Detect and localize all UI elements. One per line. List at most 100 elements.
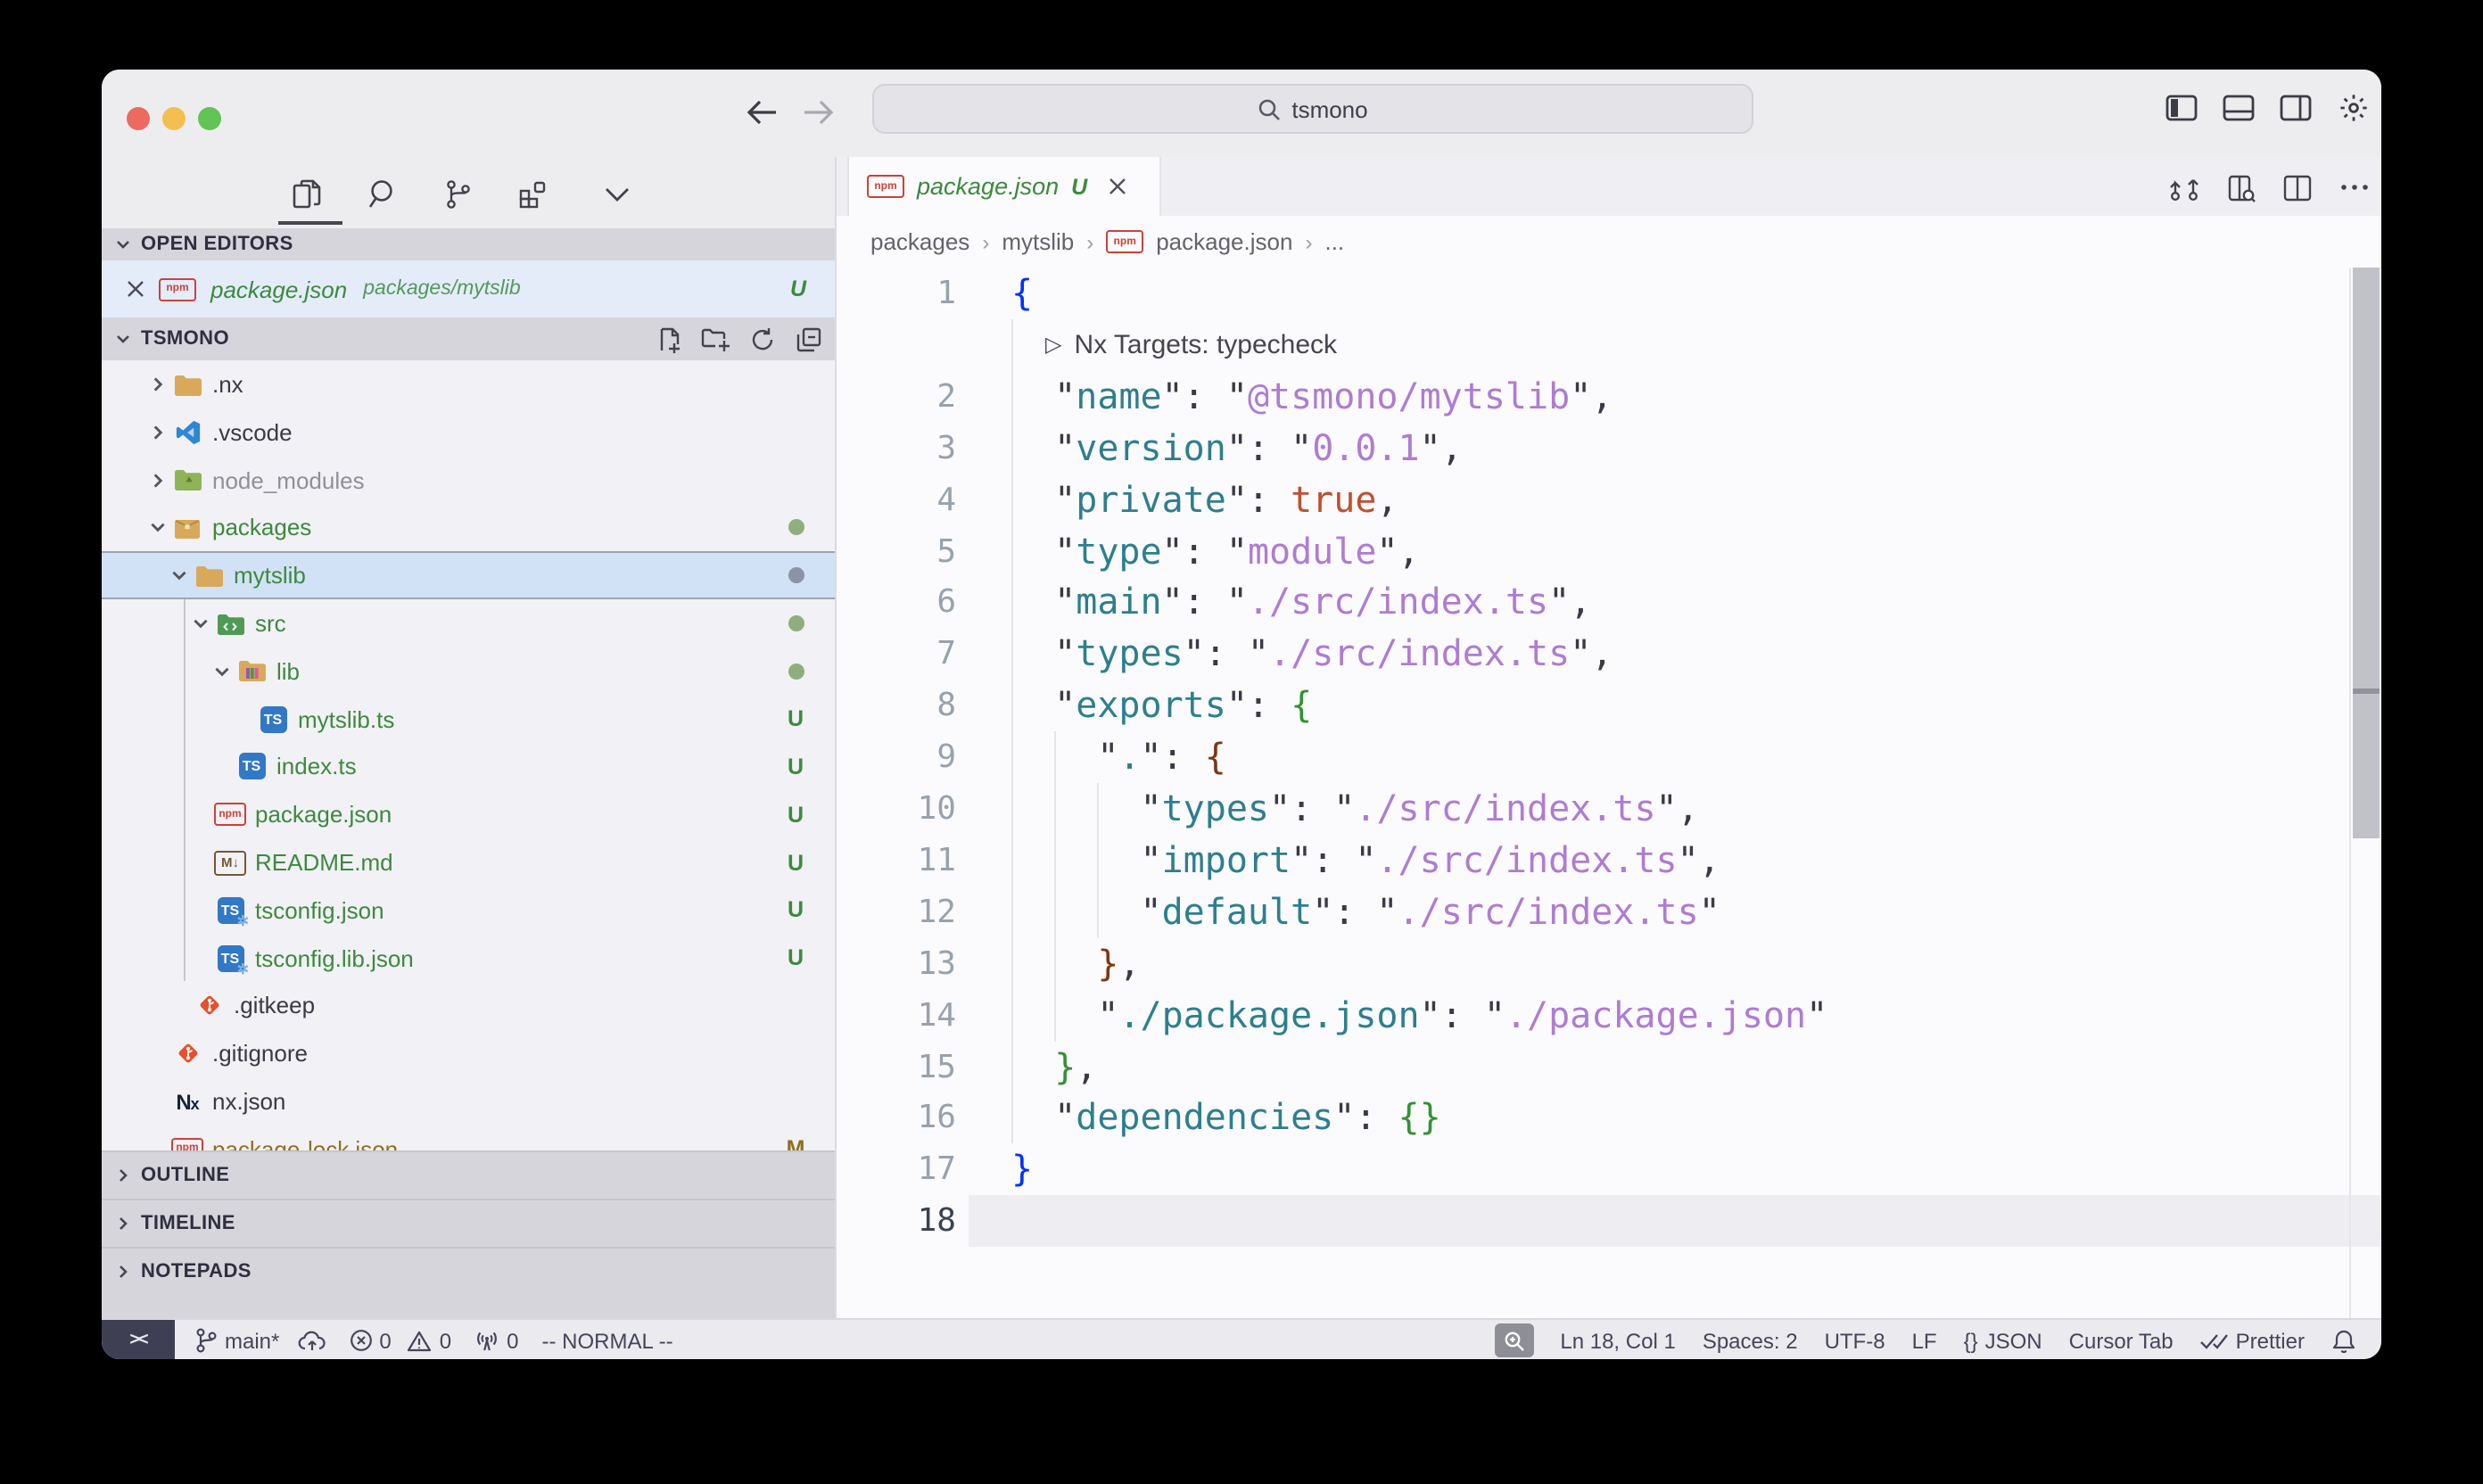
code-line[interactable]: "exports": { xyxy=(1011,680,1312,731)
open-editors-header[interactable]: OPEN EDITORS xyxy=(102,228,835,260)
outline-section-header[interactable]: OUTLINE xyxy=(102,1150,835,1199)
code-line[interactable]: "types": "./src/index.ts", xyxy=(1011,783,1699,835)
tree-row[interactable]: .vscode xyxy=(102,408,835,457)
chevron-down-icon[interactable] xyxy=(169,565,189,585)
code-line[interactable]: "name": "@tsmono/mytslib", xyxy=(1011,371,1613,423)
close-icon[interactable] xyxy=(127,280,144,298)
tree-row[interactable]: .gitignore xyxy=(102,1029,835,1077)
remote-indicator[interactable]: >< xyxy=(102,1320,175,1359)
branch-status-item[interactable]: main* xyxy=(194,1327,326,1354)
tree-item-label: packages xyxy=(212,515,311,541)
tree-row[interactable]: node_modules xyxy=(102,456,835,504)
tree-row[interactable]: npmpackage.jsonU xyxy=(102,790,835,838)
window-maximize-button[interactable] xyxy=(198,107,221,130)
tree-row[interactable]: .nx xyxy=(102,360,835,408)
window-close-button[interactable] xyxy=(127,107,150,130)
explorer-section-header[interactable]: TSMONO xyxy=(102,317,835,360)
chevron-down-icon[interactable] xyxy=(212,662,232,681)
explorer-icon[interactable] xyxy=(284,171,330,218)
code-line[interactable]: { xyxy=(1011,268,1033,319)
breadcrumb-item[interactable]: package.json xyxy=(1156,228,1292,255)
notepads-section-header[interactable]: NOTEPADS xyxy=(102,1247,835,1320)
tree-row[interactable]: lib xyxy=(102,647,835,696)
chevron-right-icon[interactable] xyxy=(148,423,168,442)
git-status-badge: U xyxy=(780,945,812,970)
tab-close-icon[interactable] xyxy=(1107,177,1126,196)
timeline-section-header[interactable]: TIMELINE xyxy=(102,1199,835,1247)
tree-row[interactable]: mytslib xyxy=(102,551,835,599)
window-minimize-button[interactable] xyxy=(162,107,186,130)
tree-row[interactable]: packages xyxy=(102,504,835,552)
ports-status-item[interactable]: 0 xyxy=(474,1328,518,1353)
code-line[interactable]: "dependencies": {} xyxy=(1011,1092,1441,1144)
md-icon: M↓ xyxy=(214,848,246,877)
code-line[interactable]: "import": "./src/index.ts", xyxy=(1011,835,1720,886)
more-actions-icon[interactable] xyxy=(2333,166,2376,209)
tree-row[interactable]: TStsconfig.lib.jsonU xyxy=(102,934,835,982)
collapse-all-icon[interactable] xyxy=(788,323,828,355)
compare-changes-icon[interactable] xyxy=(2162,166,2205,209)
navigate-back-icon[interactable] xyxy=(740,91,783,134)
chevron-right-icon[interactable] xyxy=(148,375,168,394)
toggle-secondary-sidebar-icon[interactable] xyxy=(2274,86,2317,128)
code-line[interactable]: ".": { xyxy=(1011,731,1226,783)
breadcrumb-item[interactable]: mytslib xyxy=(1002,228,1074,255)
tree-row[interactable]: Nxnx.json xyxy=(102,1077,835,1125)
cursor-tab-status-item[interactable]: Cursor Tab xyxy=(2069,1328,2174,1353)
search-view-icon[interactable] xyxy=(360,171,407,218)
code-line[interactable]: "./package.json": "./package.json" xyxy=(1011,989,1827,1041)
encoding-status-item[interactable]: UTF-8 xyxy=(1825,1328,1885,1353)
indentation-status-item[interactable]: Spaces: 2 xyxy=(1703,1328,1798,1353)
zoom-indicator[interactable] xyxy=(1494,1323,1533,1357)
cursor-position-status-item[interactable]: Ln 18, Col 1 xyxy=(1560,1328,1675,1353)
settings-gear-icon[interactable] xyxy=(2331,86,2374,128)
source-control-icon[interactable] xyxy=(435,171,482,218)
code-line[interactable]: "default": "./src/index.ts" xyxy=(1011,886,1720,938)
open-preview-icon[interactable] xyxy=(2219,166,2262,209)
new-folder-icon[interactable] xyxy=(696,323,735,355)
problems-status-item[interactable]: 0 0 xyxy=(349,1328,451,1353)
split-editor-icon[interactable] xyxy=(2276,166,2319,209)
language-status-item[interactable]: {}JSON xyxy=(1964,1328,2042,1353)
navigate-forward-icon[interactable] xyxy=(797,91,840,134)
breadcrumb-tail[interactable]: ... xyxy=(1324,228,1344,255)
notifications-bell-icon[interactable] xyxy=(2331,1328,2356,1353)
refresh-icon[interactable] xyxy=(742,323,781,355)
code-line[interactable]: } xyxy=(1011,1144,1033,1196)
code-line[interactable]: "version": "0.0.1", xyxy=(1011,422,1463,474)
tree-row[interactable]: TSmytslib.tsU xyxy=(102,695,835,743)
line-number: 15 xyxy=(837,1041,956,1092)
codelens-nx-targets[interactable]: ▷Nx Targets: typecheck xyxy=(1045,319,1337,371)
views-more-chevron-icon[interactable] xyxy=(594,171,640,218)
tree-row[interactable]: .gitkeep xyxy=(102,982,835,1030)
vim-mode-status-item[interactable]: -- NORMAL -- xyxy=(542,1328,673,1353)
code-line[interactable]: "private": true, xyxy=(1011,474,1398,525)
eol-status-item[interactable]: LF xyxy=(1912,1328,1937,1353)
tab-package-json[interactable]: npm package.json U xyxy=(847,157,1161,216)
tree-row[interactable]: TSindex.tsU xyxy=(102,743,835,791)
toggle-panel-icon[interactable] xyxy=(2217,86,2260,128)
command-center-search[interactable]: tsmono xyxy=(872,84,1753,134)
code-editor[interactable]: 1{2 "name": "@tsmono/mytslib",3 "version… xyxy=(837,268,2381,1318)
extensions-icon[interactable] xyxy=(510,171,557,218)
chevron-down-icon[interactable] xyxy=(148,518,168,538)
git-status-badge: U xyxy=(780,706,812,731)
tree-row[interactable]: TStsconfig.jsonU xyxy=(102,886,835,935)
scrollbar-slider[interactable] xyxy=(2353,268,2380,838)
code-line[interactable]: "types": "./src/index.ts", xyxy=(1011,629,1613,680)
tree-row[interactable]: src xyxy=(102,599,835,647)
code-line[interactable]: }, xyxy=(1011,1041,1097,1092)
open-editor-item[interactable]: npm package.json packages/mytslib U xyxy=(102,260,835,317)
code-line[interactable]: "type": "module", xyxy=(1011,525,1420,577)
tree-item-label: .gitignore xyxy=(212,1040,308,1067)
indent-guide xyxy=(1097,886,1099,938)
chevron-right-icon[interactable] xyxy=(148,470,168,490)
breadcrumb-item[interactable]: packages xyxy=(870,228,969,255)
code-line[interactable]: }, xyxy=(1011,937,1141,989)
toggle-primary-sidebar-icon[interactable] xyxy=(2160,86,2203,128)
formatter-status-item[interactable]: Prettier xyxy=(2200,1328,2305,1353)
code-line[interactable]: "main": "./src/index.ts", xyxy=(1011,577,1591,629)
tree-row[interactable]: M↓README.mdU xyxy=(102,838,835,886)
chevron-down-icon[interactable] xyxy=(191,614,210,633)
new-file-icon[interactable] xyxy=(649,323,689,355)
